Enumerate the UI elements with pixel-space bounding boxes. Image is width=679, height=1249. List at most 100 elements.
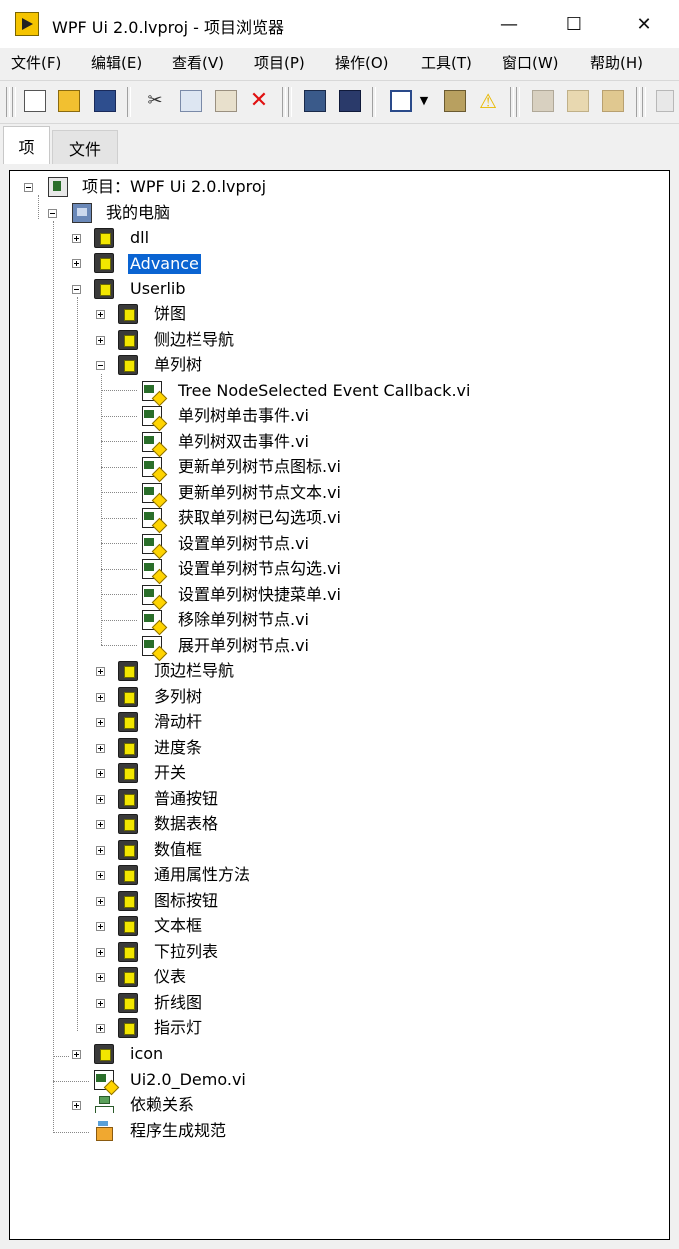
tree-item-demo-vi[interactable]: Ui2.0_Demo.vi — [130, 1070, 246, 1090]
tab-files[interactable]: 文件 — [52, 130, 118, 164]
expand-toggle[interactable] — [96, 718, 105, 727]
tree-item-folder[interactable]: 图标按钮 — [154, 891, 218, 911]
delete-icon[interactable]: ✕ — [248, 90, 270, 112]
tree-item-folder[interactable]: 侧边栏导航 — [154, 330, 234, 350]
package-icon[interactable] — [567, 90, 589, 112]
tree-item-vi[interactable]: 更新单列树节点文本.vi — [178, 483, 341, 503]
tree-item-vi[interactable]: Tree NodeSelected Event Callback.vi — [178, 381, 470, 401]
tree-item-userlib[interactable]: Userlib — [130, 279, 186, 299]
expand-toggle[interactable] — [96, 846, 105, 855]
tree-item-vi[interactable]: 更新单列树节点图标.vi — [178, 457, 341, 477]
tree-item-folder[interactable]: 单列树 — [154, 355, 202, 375]
tree-line — [101, 467, 137, 468]
expand-toggle[interactable] — [96, 795, 105, 804]
menu-operate[interactable]: 操作(O) — [335, 52, 389, 73]
tree-item-folder[interactable]: 仪表 — [154, 967, 186, 987]
tree-line — [53, 1056, 69, 1057]
expand-toggle[interactable] — [72, 259, 81, 268]
tree-item-folder[interactable]: 数值框 — [154, 840, 202, 860]
open-icon[interactable] — [58, 90, 80, 112]
tree-item-vi[interactable]: 设置单列树节点勾选.vi — [178, 559, 341, 579]
tree-item-my-computer[interactable]: 我的电脑 — [106, 203, 170, 223]
menu-help[interactable]: 帮助(H) — [590, 52, 643, 73]
collapse-toggle[interactable] — [24, 183, 33, 192]
save-icon[interactable] — [339, 90, 361, 112]
tree-item-vi[interactable]: 单列树单击事件.vi — [178, 406, 309, 426]
expand-toggle[interactable] — [96, 948, 105, 957]
tree-item-folder[interactable]: 通用属性方法 — [154, 865, 250, 885]
menu-project[interactable]: 项目(P) — [254, 52, 305, 73]
tree-item-folder[interactable]: 开关 — [154, 763, 186, 783]
tree-item-folder[interactable]: 进度条 — [154, 738, 202, 758]
tree-item-vi[interactable]: 单列树双击事件.vi — [178, 432, 309, 452]
hierarchy-icon[interactable] — [532, 90, 554, 112]
maximize-button[interactable]: ☐ — [540, 0, 608, 48]
toolbar-separator — [282, 87, 286, 117]
tree-item-dependencies[interactable]: 依赖关系 — [130, 1095, 194, 1115]
expand-toggle[interactable] — [72, 1101, 81, 1110]
minimize-button[interactable]: — — [475, 0, 543, 48]
paste-icon[interactable] — [215, 90, 237, 112]
expand-toggle[interactable] — [96, 336, 105, 345]
cut-icon[interactable]: ✂ — [144, 90, 166, 112]
tree-item-folder[interactable]: 文本框 — [154, 916, 202, 936]
menu-tools[interactable]: 工具(T) — [421, 52, 472, 73]
save-all-icon[interactable] — [94, 90, 116, 112]
collapse-toggle[interactable] — [72, 285, 81, 294]
tree-line — [77, 297, 78, 1031]
expand-toggle[interactable] — [72, 234, 81, 243]
tree-item-folder[interactable]: 多列树 — [154, 687, 202, 707]
collapse-toggle[interactable] — [48, 209, 57, 218]
project-tree[interactable]: 项目：WPF Ui 2.0.lvproj 我的电脑 dll Advance Us… — [9, 170, 670, 1240]
tree-item-advance[interactable]: Advance — [128, 254, 201, 274]
tree-item-folder[interactable]: 数据表格 — [154, 814, 218, 834]
expand-toggle[interactable] — [96, 973, 105, 982]
filter-icon[interactable] — [444, 90, 466, 112]
expand-toggle[interactable] — [96, 897, 105, 906]
tree-item-vi[interactable]: 设置单列树快捷菜单.vi — [178, 585, 341, 605]
tree-item-icon-folder[interactable]: icon — [130, 1044, 163, 1064]
project-properties-icon[interactable] — [304, 90, 326, 112]
tree-item-folder[interactable]: 下拉列表 — [154, 942, 218, 962]
menu-view[interactable]: 查看(V) — [172, 52, 224, 73]
export-icon[interactable] — [602, 90, 624, 112]
tree-item-vi[interactable]: 展开单列树节点.vi — [178, 636, 309, 656]
expand-toggle[interactable] — [96, 1024, 105, 1033]
new-icon[interactable] — [24, 90, 46, 112]
expand-toggle[interactable] — [96, 769, 105, 778]
close-button[interactable]: ✕ — [610, 0, 678, 48]
expand-toggle[interactable] — [96, 744, 105, 753]
vi-icon — [142, 508, 162, 528]
copy-icon[interactable] — [180, 90, 202, 112]
tree-item-folder[interactable]: 滑动杆 — [154, 712, 202, 732]
tree-item-folder[interactable]: 普通按钮 — [154, 789, 218, 809]
tree-line — [53, 1081, 89, 1082]
tree-item-folder[interactable]: 饼图 — [154, 304, 186, 324]
tree-item-vi[interactable]: 获取单列树已勾选项.vi — [178, 508, 341, 528]
expand-toggle[interactable] — [96, 693, 105, 702]
tree-item-project[interactable]: 项目：WPF Ui 2.0.lvproj — [82, 177, 266, 197]
menu-edit[interactable]: 编辑(E) — [91, 52, 142, 73]
expand-toggle[interactable] — [96, 667, 105, 676]
view-dropdown-icon[interactable] — [390, 90, 412, 112]
tree-item-folder[interactable]: 折线图 — [154, 993, 202, 1013]
collapse-toggle[interactable] — [96, 361, 105, 370]
menu-file[interactable]: 文件(F) — [11, 52, 61, 73]
expand-toggle[interactable] — [96, 820, 105, 829]
expand-toggle[interactable] — [96, 310, 105, 319]
tree-item-folder[interactable]: 指示灯 — [154, 1018, 202, 1038]
tree-item-dll[interactable]: dll — [130, 228, 149, 248]
tree-item-build-specifications[interactable]: 程序生成规范 — [130, 1121, 226, 1141]
run-icon[interactable] — [656, 90, 674, 112]
menu-window[interactable]: 窗口(W) — [502, 52, 559, 73]
tab-items[interactable]: 项 — [3, 126, 50, 164]
expand-toggle[interactable] — [72, 1050, 81, 1059]
tree-item-vi[interactable]: 移除单列树节点.vi — [178, 610, 309, 630]
expand-toggle[interactable] — [96, 999, 105, 1008]
tree-item-vi[interactable]: 设置单列树节点.vi — [178, 534, 309, 554]
tree-item-folder[interactable]: 顶边栏导航 — [154, 661, 234, 681]
expand-toggle[interactable] — [96, 871, 105, 880]
warning-icon[interactable]: ⚠ — [477, 90, 499, 112]
expand-toggle[interactable] — [96, 922, 105, 931]
chevron-down-icon[interactable]: ▼ — [418, 90, 430, 112]
